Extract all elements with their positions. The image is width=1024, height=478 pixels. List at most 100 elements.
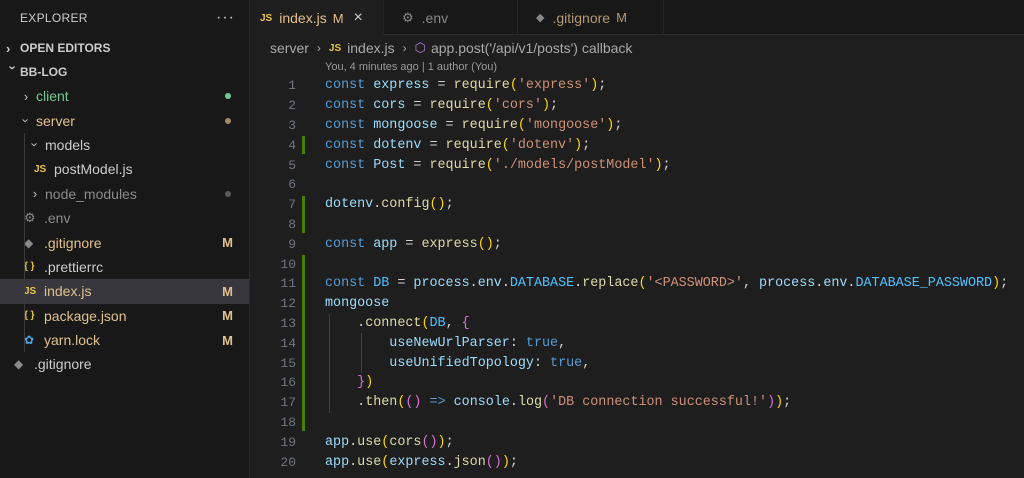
- code-token: {: [461, 315, 470, 331]
- tree-file-postmodel[interactable]: JS postModel.js: [0, 157, 249, 182]
- code-text: useUnifiedTopology: true,: [325, 356, 590, 371]
- chevron-right-icon: ›: [32, 186, 38, 202]
- breadcrumb-folder[interactable]: server: [270, 40, 309, 56]
- code-token: .: [445, 454, 454, 470]
- code-token: use: [357, 454, 382, 470]
- indent-guide: [24, 181, 25, 206]
- close-icon[interactable]: ×: [354, 9, 363, 27]
- git-icon: ◆: [24, 235, 34, 250]
- code-line[interactable]: 2 const cors = require('cors');: [250, 96, 1024, 116]
- tree-file-gitignore-server[interactable]: ◆ .gitignore M: [0, 230, 249, 255]
- code-token: then: [365, 395, 398, 411]
- code-line[interactable]: 13 .connect(DB, {: [250, 314, 1024, 334]
- code-text: .then(() => console.log('DB connection s…: [325, 395, 791, 410]
- code-line[interactable]: 8: [250, 215, 1024, 235]
- code-line[interactable]: 19 app.use(cors());: [250, 432, 1024, 452]
- code-line[interactable]: 16 }): [250, 373, 1024, 393]
- code-token: app: [373, 236, 398, 252]
- yarn-icon: ✿: [24, 333, 35, 348]
- code-token: DATABASE_PASSWORD: [855, 276, 993, 292]
- code-token: ;: [493, 236, 502, 252]
- tab-label: .gitignore: [552, 9, 611, 26]
- code-line[interactable]: 12 mongoose: [250, 294, 1024, 314]
- code-line[interactable]: 5 const Post = require('./models/postMode…: [250, 155, 1024, 175]
- indent-guide: [24, 205, 25, 231]
- breadcrumb-symbol[interactable]: app.post('/api/v1/posts') callback: [431, 40, 632, 56]
- code-text: .connect(DB, {: [325, 316, 470, 331]
- code-token: ): [574, 137, 583, 153]
- code-token: ;: [509, 454, 518, 470]
- code-token: .: [574, 276, 583, 292]
- tree-label: server: [36, 112, 75, 129]
- code-token: =: [389, 276, 414, 292]
- code-editor[interactable]: You, 4 minutes ago | 1 author (You) 1 con…: [250, 60, 1024, 478]
- git-icon: ◆: [14, 357, 24, 372]
- code-line[interactable]: 20 app.use(express.json());: [250, 452, 1024, 472]
- code-token: use: [357, 434, 382, 450]
- code-token: DB: [373, 276, 390, 292]
- file-tree: › client › server › models JS postModel.…: [0, 84, 249, 377]
- tree-label: package.json: [44, 307, 127, 324]
- gear-icon: ⚙: [24, 210, 36, 226]
- code-token: ): [992, 276, 1001, 292]
- tree-folder-node-modules[interactable]: › node_modules: [0, 181, 249, 206]
- code-line[interactable]: 1 const express = require('express');: [250, 76, 1024, 96]
- tree-file-env[interactable]: ⚙ .env: [0, 205, 249, 231]
- code-text: const cors = require('cors');: [325, 98, 558, 113]
- code-token: ): [654, 157, 663, 173]
- code-token: }: [357, 375, 366, 391]
- tree-folder-models[interactable]: › models: [0, 132, 249, 158]
- code-token: replace: [582, 276, 639, 292]
- code-line[interactable]: 3 const mongoose = require('mongoose');: [250, 116, 1024, 136]
- tree-file-package-json[interactable]: { } package.json M: [0, 303, 249, 328]
- code-line[interactable]: 18: [250, 413, 1024, 433]
- explorer-header: EXPLORER ···: [0, 0, 249, 36]
- tree-label: models: [45, 136, 91, 153]
- code-token: require: [453, 78, 510, 94]
- tab-index-js[interactable]: JS index.js M ×: [250, 0, 384, 35]
- line-number: 7: [288, 197, 296, 213]
- code-token: ;: [445, 197, 454, 213]
- code-token: ,: [582, 355, 591, 371]
- code-line[interactable]: 17 .then(() => console.log('DB connectio…: [250, 393, 1024, 413]
- code-token: (: [509, 78, 518, 94]
- code-line[interactable]: 4 const dotenv = require('dotenv');: [250, 135, 1024, 155]
- tree-file-index-js[interactable]: JS index.js M: [0, 279, 249, 304]
- gear-icon: ⚙: [402, 9, 414, 25]
- code-token: require: [461, 117, 518, 133]
- js-file-icon: JS: [260, 12, 273, 24]
- code-line[interactable]: 11 const DB = process.env.DATABASE.replac…: [250, 274, 1024, 294]
- code-token: (): [429, 197, 446, 213]
- codelens-blame[interactable]: You, 4 minutes ago | 1 author (You): [325, 61, 497, 73]
- json-file-icon: { }: [24, 310, 35, 322]
- code-text: const DB = process.env.DATABASE.replace(…: [325, 276, 1008, 291]
- code-token: 'DB connection successful!': [550, 395, 768, 411]
- code-line[interactable]: 10: [250, 254, 1024, 274]
- open-editors-section[interactable]: › OPEN EDITORS: [0, 36, 249, 60]
- tree-folder-client[interactable]: › client: [0, 84, 249, 108]
- more-actions-icon[interactable]: ···: [216, 9, 235, 27]
- chevron-right-icon: ›: [402, 41, 407, 55]
- tab-env[interactable]: ⚙ .env: [384, 0, 518, 35]
- breadcrumb-file[interactable]: index.js: [347, 40, 394, 56]
- tree-file-gitignore-root[interactable]: ◆ .gitignore: [0, 352, 249, 376]
- indent-guide: [24, 157, 25, 182]
- code-line[interactable]: 9 const app = express();: [250, 234, 1024, 254]
- tree-file-prettierrc[interactable]: { } .prettierrc: [0, 254, 249, 280]
- tree-folder-server[interactable]: › server: [0, 108, 249, 132]
- code-line[interactable]: 7 dotenv.config();: [250, 195, 1024, 215]
- code-token: express: [421, 236, 478, 252]
- code-token: ;: [582, 137, 591, 153]
- line-number: 4: [288, 137, 296, 153]
- code-token: DATABASE: [509, 276, 575, 292]
- git-status-dot: [225, 117, 231, 124]
- tab-gitignore[interactable]: ◆ .gitignore M: [518, 0, 664, 35]
- tree-file-yarn-lock[interactable]: ✿ yarn.lock M: [0, 327, 249, 353]
- project-section[interactable]: › BB-LOG: [0, 60, 249, 84]
- code-line[interactable]: 14 useNewUrlParser: true,: [250, 333, 1024, 353]
- code-token: ;: [614, 117, 623, 133]
- code-token: require: [445, 137, 502, 153]
- code-line[interactable]: 15 useUnifiedTopology: true,: [250, 353, 1024, 373]
- code-line[interactable]: 6: [250, 175, 1024, 195]
